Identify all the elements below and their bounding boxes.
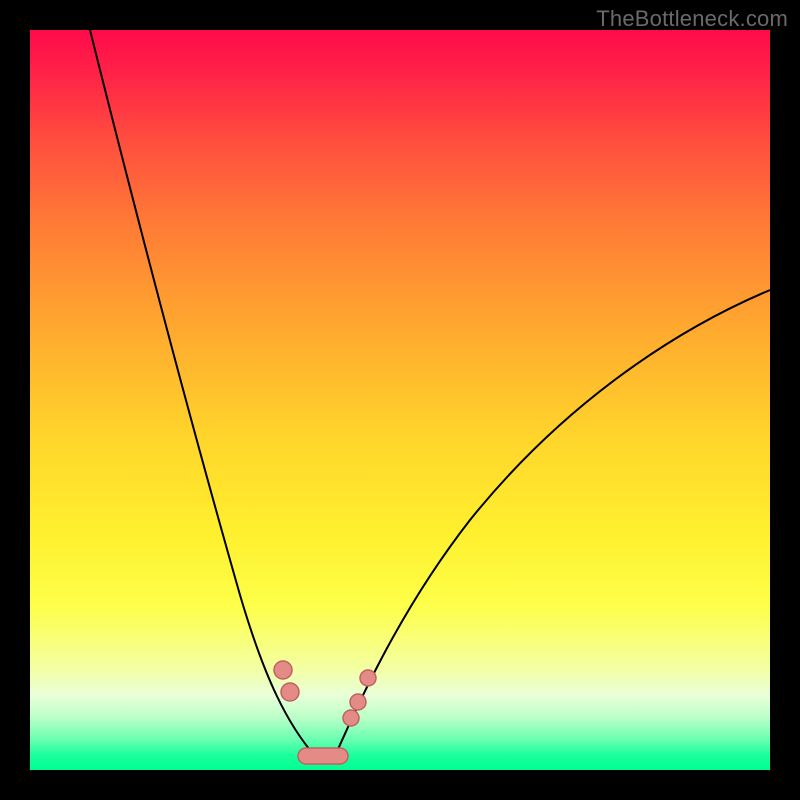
marker-dot xyxy=(343,710,359,726)
curves-svg xyxy=(30,30,770,770)
plot-area xyxy=(30,30,770,770)
right-curve xyxy=(335,290,770,756)
marker-dot xyxy=(350,694,366,710)
marker-dot xyxy=(274,661,292,679)
marker-dot xyxy=(360,670,376,686)
chart-frame: TheBottleneck.com xyxy=(0,0,800,800)
watermark-text: TheBottleneck.com xyxy=(596,6,788,32)
left-curve xyxy=(90,30,315,756)
marker-dot xyxy=(281,683,299,701)
marker-bottom-bar xyxy=(298,748,348,764)
